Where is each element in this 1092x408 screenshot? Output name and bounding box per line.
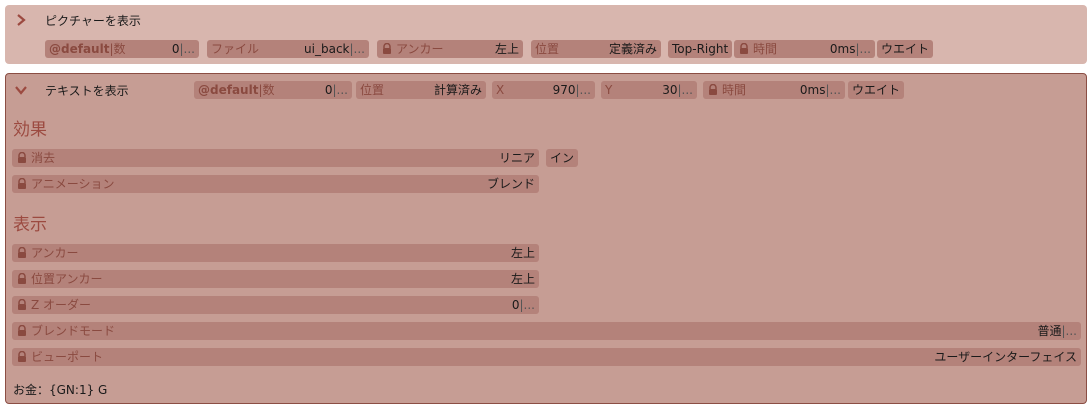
field-value: 定義済み [608, 42, 657, 56]
field-label: ファイル [211, 42, 260, 56]
effects-heading: 効果 [13, 120, 47, 140]
lock-icon[interactable] [381, 43, 393, 55]
lock-icon[interactable] [16, 178, 28, 190]
field-value: 0ms|... [829, 42, 871, 56]
field-label: アンカー [31, 246, 79, 260]
field-label: 時間 [722, 83, 747, 97]
display-heading: 表示 [13, 215, 47, 235]
lock-icon[interactable] [16, 325, 28, 337]
lock-icon[interactable] [16, 299, 28, 311]
show-text-panel: テキストを表示 @default|数 0|... 位置 計算済み X 970|.… [5, 73, 1087, 404]
text-preview: お金：{GN:1} G [13, 383, 108, 397]
field-label: Z オーダー [31, 298, 92, 312]
default-count-field[interactable]: @default|数 0|... [194, 81, 352, 99]
field-label: 位置 [535, 42, 560, 56]
default-count-field[interactable]: @default|数 0|... [45, 40, 199, 58]
wait-button[interactable]: ウエイト [848, 81, 905, 99]
wait-button[interactable]: ウエイト [877, 40, 934, 58]
panel-title: テキストを表示 [45, 84, 129, 98]
field-value: 左上 [510, 246, 535, 260]
field-value: 0|... [171, 42, 195, 56]
field-value: リニア [498, 151, 535, 165]
show-picture-panel: ピクチャーを表示 @default|数 0|... ファイル ui_back|.… [5, 5, 1087, 64]
field-value: 0|... [511, 298, 535, 312]
position-field[interactable]: 位置 定義済み [531, 40, 661, 58]
position-anchor-field[interactable]: 位置アンカー 左上 [12, 270, 539, 288]
field-label: 消去 [31, 151, 56, 165]
time-field[interactable]: 時間 0ms|... [703, 81, 845, 99]
field-label: アンカー [396, 42, 444, 56]
anchor-field[interactable]: アンカー 左上 [377, 40, 523, 58]
field-label: アニメーション [31, 177, 115, 191]
field-label: X [496, 83, 505, 97]
field-label: 位置 [360, 83, 385, 97]
fade-in-button[interactable]: イン [546, 149, 579, 167]
field-value: ブレンド [486, 177, 535, 191]
viewport-field[interactable]: ビューポート ユーザーインターフェイス [12, 348, 1081, 366]
fade-field[interactable]: 消去 リニア [12, 149, 539, 167]
field-value: 普通|... [1037, 324, 1077, 338]
file-field[interactable]: ファイル ui_back|... [207, 40, 369, 58]
lock-icon[interactable] [16, 273, 28, 285]
field-value: 30|... [662, 83, 693, 97]
field-value: ユーザーインターフェイス [934, 350, 1077, 364]
field-value: 左上 [510, 272, 535, 286]
panel-title: ピクチャーを表示 [45, 14, 141, 28]
x-field[interactable]: X 970|... [492, 81, 595, 99]
top-right-button[interactable]: Top-Right [668, 40, 733, 58]
y-field[interactable]: Y 30|... [601, 81, 697, 99]
field-label: @default|数 [49, 42, 126, 56]
field-value: 計算済み [433, 83, 482, 97]
field-label: 位置アンカー [31, 272, 103, 286]
chevron-down-icon[interactable] [14, 83, 28, 97]
lock-icon[interactable] [738, 43, 750, 55]
field-value: 0ms|... [799, 83, 841, 97]
chevron-right-icon[interactable] [14, 13, 28, 27]
position-field[interactable]: 位置 計算済み [356, 81, 486, 99]
lock-icon[interactable] [16, 351, 28, 363]
lock-icon[interactable] [16, 152, 28, 164]
field-value: 970|... [552, 83, 591, 97]
field-value: 左上 [494, 42, 519, 56]
field-value: 0|... [324, 83, 348, 97]
field-value: ui_back|... [304, 42, 365, 56]
lock-icon[interactable] [16, 247, 28, 259]
field-label: 時間 [753, 42, 778, 56]
animation-field[interactable]: アニメーション ブレンド [12, 175, 539, 193]
blend-mode-field[interactable]: ブレンドモード 普通|... [12, 322, 1081, 340]
field-label: ブレンドモード [31, 324, 116, 338]
field-label: Y [605, 83, 613, 97]
z-order-field[interactable]: Z オーダー 0|... [12, 296, 539, 314]
anchor-field[interactable]: アンカー 左上 [12, 244, 539, 262]
lock-icon[interactable] [707, 84, 719, 96]
field-label: @default|数 [198, 83, 275, 97]
field-label: ビューポート [31, 350, 104, 364]
time-field[interactable]: 時間 0ms|... [734, 40, 875, 58]
